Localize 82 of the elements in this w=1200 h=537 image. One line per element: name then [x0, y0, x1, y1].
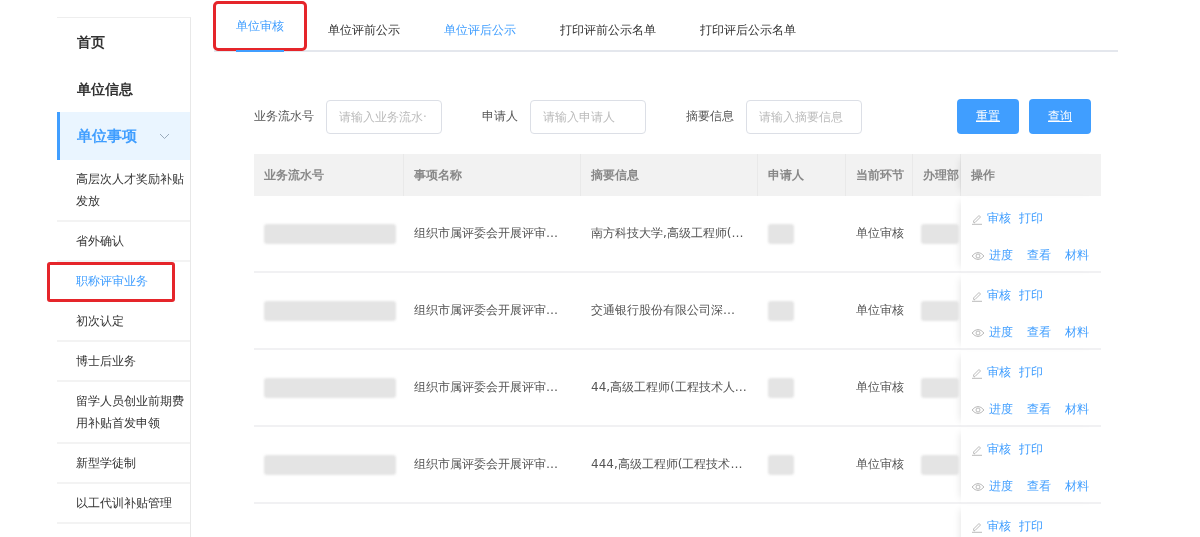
table-cell: 组织市属评委会开展评审… [414, 302, 558, 319]
action-link[interactable]: 材料 [1065, 247, 1089, 264]
action-link[interactable]: 查看 [1027, 247, 1051, 264]
input-field[interactable]: 请输入申请人 [530, 99, 646, 134]
action-link[interactable]: 审核 [987, 287, 1011, 304]
table-cell: 组织市属评委会开展评审… [414, 456, 558, 473]
pencil-icon [971, 289, 983, 302]
action-link[interactable]: 进度 [989, 401, 1013, 418]
column-header: 操作 [961, 154, 1101, 196]
sidebar-item[interactable]: 单位信息 [57, 65, 190, 112]
pencil-icon [971, 366, 983, 379]
action-link[interactable]: 材料 [1065, 478, 1089, 495]
redacted-block [768, 223, 794, 244]
sidebar-item[interactable]: 省外确认 [57, 222, 190, 262]
pencil-icon [971, 212, 983, 225]
table-cell: 444,高级工程师(工程技术… [591, 456, 743, 473]
column-header: 当前环节 [846, 154, 913, 196]
sidebar-item[interactable]: 初次认定 [57, 302, 190, 342]
sidebar-item[interactable]: 博士后业务 [57, 342, 190, 382]
tab[interactable]: 打印评前公示名单 [538, 10, 678, 50]
table-cell: 交通银行股份有限公司深… [591, 302, 735, 319]
eye-icon [971, 327, 985, 338]
tab[interactable]: 打印评后公示名单 [678, 10, 818, 50]
column-header: 摘要信息 [581, 154, 758, 196]
eye-icon [971, 404, 985, 415]
redacted-block [768, 300, 794, 321]
reset-button[interactable]: 重置 [957, 99, 1019, 134]
action-link[interactable]: 查看 [1027, 401, 1051, 418]
table-cell: 单位审核 [856, 456, 904, 473]
filter-label: 申请人 [482, 108, 518, 125]
action-link[interactable]: 进度 [989, 478, 1013, 495]
sidebar-item[interactable]: 新型学徒制 [57, 444, 190, 484]
table-cell: 44,高级工程师(工程技术人… [591, 379, 747, 396]
sidebar-item[interactable]: 留学人员创业前期费用补贴首发申领 [57, 382, 190, 444]
pencil-icon [971, 443, 983, 456]
redacted-block [768, 454, 794, 475]
redacted-block [921, 454, 959, 475]
action-link[interactable]: 审核 [987, 441, 1011, 458]
action-link[interactable]: 打印 [1019, 364, 1043, 381]
action-link[interactable]: 审核 [987, 518, 1011, 535]
query-button[interactable]: 查询 [1029, 99, 1091, 134]
table-cell: 单位审核 [856, 302, 904, 319]
pencil-icon [971, 520, 983, 533]
redacted-block [921, 300, 959, 321]
action-link[interactable]: 进度 [989, 324, 1013, 341]
column-header: 业务流水号 [254, 154, 404, 196]
column-header: 事项名称 [404, 154, 581, 196]
sidebar-item[interactable]: 首页 [57, 18, 190, 65]
table-cell: 单位审核 [856, 225, 904, 242]
filter-label: 业务流水号 [254, 108, 314, 125]
eye-icon [971, 481, 985, 492]
table-cell: 组织市属评委会开展评审… [414, 379, 558, 396]
sidebar-item[interactable]: 职称评审业务 [47, 262, 175, 302]
sidebar-item[interactable]: 高层次人才奖励补贴发放 [57, 160, 190, 222]
input-field[interactable]: 请输入摘要信息 [746, 99, 862, 134]
action-link[interactable]: 打印 [1019, 287, 1043, 304]
action-link[interactable]: 打印 [1019, 441, 1043, 458]
eye-icon [971, 250, 985, 261]
redacted-block [921, 377, 959, 398]
action-link[interactable]: 查看 [1027, 478, 1051, 495]
tab[interactable]: 单位审核 [214, 2, 306, 50]
filter-label: 摘要信息 [686, 108, 734, 125]
tab[interactable]: 单位评前公示 [306, 10, 422, 50]
table-cell: 组织市属评委会开展评审… [414, 225, 558, 242]
action-link[interactable]: 审核 [987, 364, 1011, 381]
sidebar-item[interactable]: 以工代训补贴管理 [57, 484, 190, 524]
sidebar-item[interactable]: 单位事项 [57, 112, 190, 160]
redacted-block [768, 377, 794, 398]
input-field[interactable]: 请输入业务流水· [326, 99, 442, 134]
action-link[interactable]: 查看 [1027, 324, 1051, 341]
table-cell: 南方科技大学,高级工程师(… [591, 225, 744, 242]
action-link[interactable]: 材料 [1065, 401, 1089, 418]
column-header: 申请人 [758, 154, 846, 196]
action-link[interactable]: 打印 [1019, 518, 1043, 535]
action-link[interactable]: 审核 [987, 210, 1011, 227]
tab[interactable]: 单位评后公示 [422, 10, 538, 50]
redacted-block [921, 223, 959, 244]
column-header: 办理部 [913, 154, 961, 196]
action-link[interactable]: 材料 [1065, 324, 1089, 341]
action-link[interactable]: 打印 [1019, 210, 1043, 227]
action-link[interactable]: 进度 [989, 247, 1013, 264]
table-cell: 单位审核 [856, 379, 904, 396]
